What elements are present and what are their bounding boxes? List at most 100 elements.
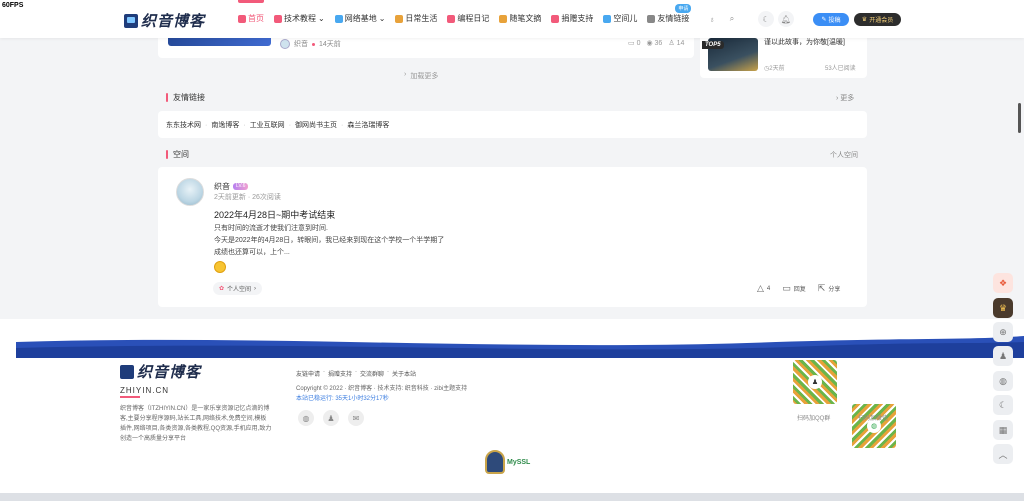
nav-label: 技术教程: [284, 14, 316, 23]
avatar[interactable]: [176, 178, 204, 206]
pen-icon: ✎: [821, 17, 827, 23]
friend-links: 东东技术网 · 南逸博客 · 工业互联网 · 御网尚书主页 · 森兰洛瑞博客: [166, 120, 389, 130]
qrcode-icon: ▦: [998, 424, 1008, 435]
nav-item[interactable]: 日常生活: [395, 13, 437, 24]
nav-item[interactable]: 捐赠支持: [551, 13, 593, 24]
qr-label: 扫码加QQ群: [797, 416, 831, 422]
moon-icon[interactable]: ☾: [758, 11, 774, 27]
nav-item[interactable]: 友情链接 申请: [647, 4, 692, 24]
post-button[interactable]: ✎ 投稿: [813, 13, 849, 26]
reply-button[interactable]: ▭ 回复: [782, 283, 806, 294]
footer-link[interactable]: 关于本站: [392, 369, 416, 378]
side-post-reads: 53人已阅读: [825, 66, 856, 72]
footer-link[interactable]: 捐赠支持: [328, 369, 352, 378]
space-section-header: 空间: [166, 149, 189, 160]
wechat-icon: ◍: [999, 375, 1007, 386]
nav-item[interactable]: 编程日记: [447, 13, 489, 24]
nav-item[interactable]: 网络基地 ⌄: [334, 13, 386, 24]
friend-link[interactable]: 东东技术网: [166, 120, 201, 130]
bottom-bar: [0, 493, 1024, 501]
like-button[interactable]: △ 4: [757, 283, 770, 294]
post-author[interactable]: 织音: [294, 39, 308, 49]
chevron-down-icon: ⌄: [378, 14, 386, 23]
emoji-icon: [214, 261, 226, 273]
gift-icon: ❖: [998, 277, 1008, 288]
vip-float-button[interactable]: ♛: [993, 298, 1013, 318]
space-post-title[interactable]: 2022年4月28日~期中考试结束: [214, 208, 335, 221]
qq-float-button[interactable]: ♟: [993, 346, 1013, 366]
wechat-icon[interactable]: ◍: [298, 410, 314, 426]
space-post-body[interactable]: 只有时间的流逝才使我们注意到时间. 今天是2022年的4月28日，转眼间，我已经…: [214, 223, 514, 259]
share-button[interactable]: ⇱ 分享: [818, 283, 841, 294]
qr-label: 扫码加微信: [858, 416, 889, 422]
comment-icon: ▭: [782, 283, 791, 293]
nav-icon: [603, 14, 612, 23]
nav-label: 捐赠支持: [561, 14, 594, 23]
nav-label: 友情链接: [657, 14, 690, 23]
friend-link[interactable]: 森兰洛瑞博客: [347, 120, 389, 130]
qrcode-button[interactable]: ▦: [993, 420, 1013, 440]
section-title: 空间: [173, 150, 189, 159]
footer-wave: [16, 336, 1024, 358]
footer-link[interactable]: 交流群聊: [360, 369, 384, 378]
qq-icon[interactable]: ♟: [323, 410, 339, 426]
links-more-link[interactable]: › 更多: [836, 93, 854, 103]
friend-link[interactable]: 工业互联网: [250, 120, 285, 130]
myssl-badge[interactable]: MySSL: [485, 447, 537, 477]
separator: ·: [205, 121, 208, 129]
nav-icon: [647, 14, 656, 23]
space-more-link[interactable]: 个人空间: [830, 150, 858, 160]
space-tag-button[interactable]: ✿ 个人空间 ›: [213, 282, 263, 295]
bell-icon[interactable]: 🔔︎: [778, 11, 794, 27]
space-tag-label: 个人空间: [227, 287, 252, 293]
section-accent-bar: [166, 93, 168, 102]
space-user[interactable]: 织音 LV.6: [214, 181, 249, 192]
nav-label: 空间儿: [613, 14, 638, 23]
vip-button[interactable]: ♛ 开通会员: [854, 13, 901, 26]
space-meta: 2天前更新 · 26次阅读: [214, 194, 281, 201]
friend-link[interactable]: 御网尚书主页: [295, 120, 337, 130]
plus-icon: ⊕: [999, 326, 1007, 337]
vip-button-label: 开通会员: [869, 18, 894, 24]
nav-item[interactable]: 技术教程 ⌄: [274, 13, 325, 24]
scrollbar-thumb[interactable]: [1018, 103, 1021, 133]
nav-icon: [395, 14, 404, 23]
nav-icon: [551, 14, 560, 23]
footer-links: 友链申请 · 捐赠支持 · 交流群聊 · 关于本站: [296, 369, 416, 378]
rank-badge: TOP5: [702, 41, 724, 49]
nav-item[interactable]: 首页: [238, 0, 264, 24]
nav-label: 网络基地: [344, 14, 377, 23]
theme-toggle-button[interactable]: ☾: [993, 395, 1013, 415]
mail-icon[interactable]: ✉: [348, 410, 364, 426]
back-to-top-button[interactable]: ︿: [993, 444, 1013, 464]
chevron-right-icon: ›: [254, 285, 257, 292]
friend-link[interactable]: 南逸博客: [211, 120, 239, 130]
footer-runtime: 本站已稳运行: 35天1小时32分17秒: [296, 396, 389, 402]
footer-logo[interactable]: 织音博客: [120, 361, 201, 382]
wechat-float-button[interactable]: ◍: [993, 371, 1013, 391]
post-time: 14天前: [319, 41, 341, 48]
site-logo[interactable]: 织音博客: [124, 10, 205, 31]
load-more-button[interactable]: › 加载更多: [404, 71, 438, 81]
nav-label: 首页: [248, 14, 264, 23]
lightbulb-icon[interactable]: ♁: [704, 11, 720, 27]
gift-button[interactable]: ❖: [993, 273, 1013, 293]
logo-icon: [124, 13, 138, 28]
logo-icon: [120, 364, 134, 379]
user-name[interactable]: 织音: [214, 181, 230, 192]
moon-icon: ☾: [998, 399, 1008, 410]
post-meta: 织音 14天前: [280, 39, 341, 49]
crown-icon: ♛: [998, 302, 1008, 313]
comment-count: ▭ 0: [628, 40, 641, 47]
nav-item[interactable]: 随笔文摘: [499, 13, 541, 24]
nav-item[interactable]: 空间儿: [603, 13, 637, 24]
logo-text: 织音博客: [141, 13, 206, 30]
chevron-up-icon: ︿: [998, 449, 1008, 460]
nav-icon: [274, 14, 282, 23]
qq-group-qrcode: ♟: [793, 360, 837, 404]
side-post-title[interactable]: 谨以此故事，为你敬[温暖]: [764, 38, 862, 48]
search-icon[interactable]: ⌕: [724, 11, 740, 27]
add-button[interactable]: ⊕: [993, 322, 1013, 342]
footer-link[interactable]: 友链申请: [296, 369, 320, 378]
avatar[interactable]: [280, 39, 290, 49]
